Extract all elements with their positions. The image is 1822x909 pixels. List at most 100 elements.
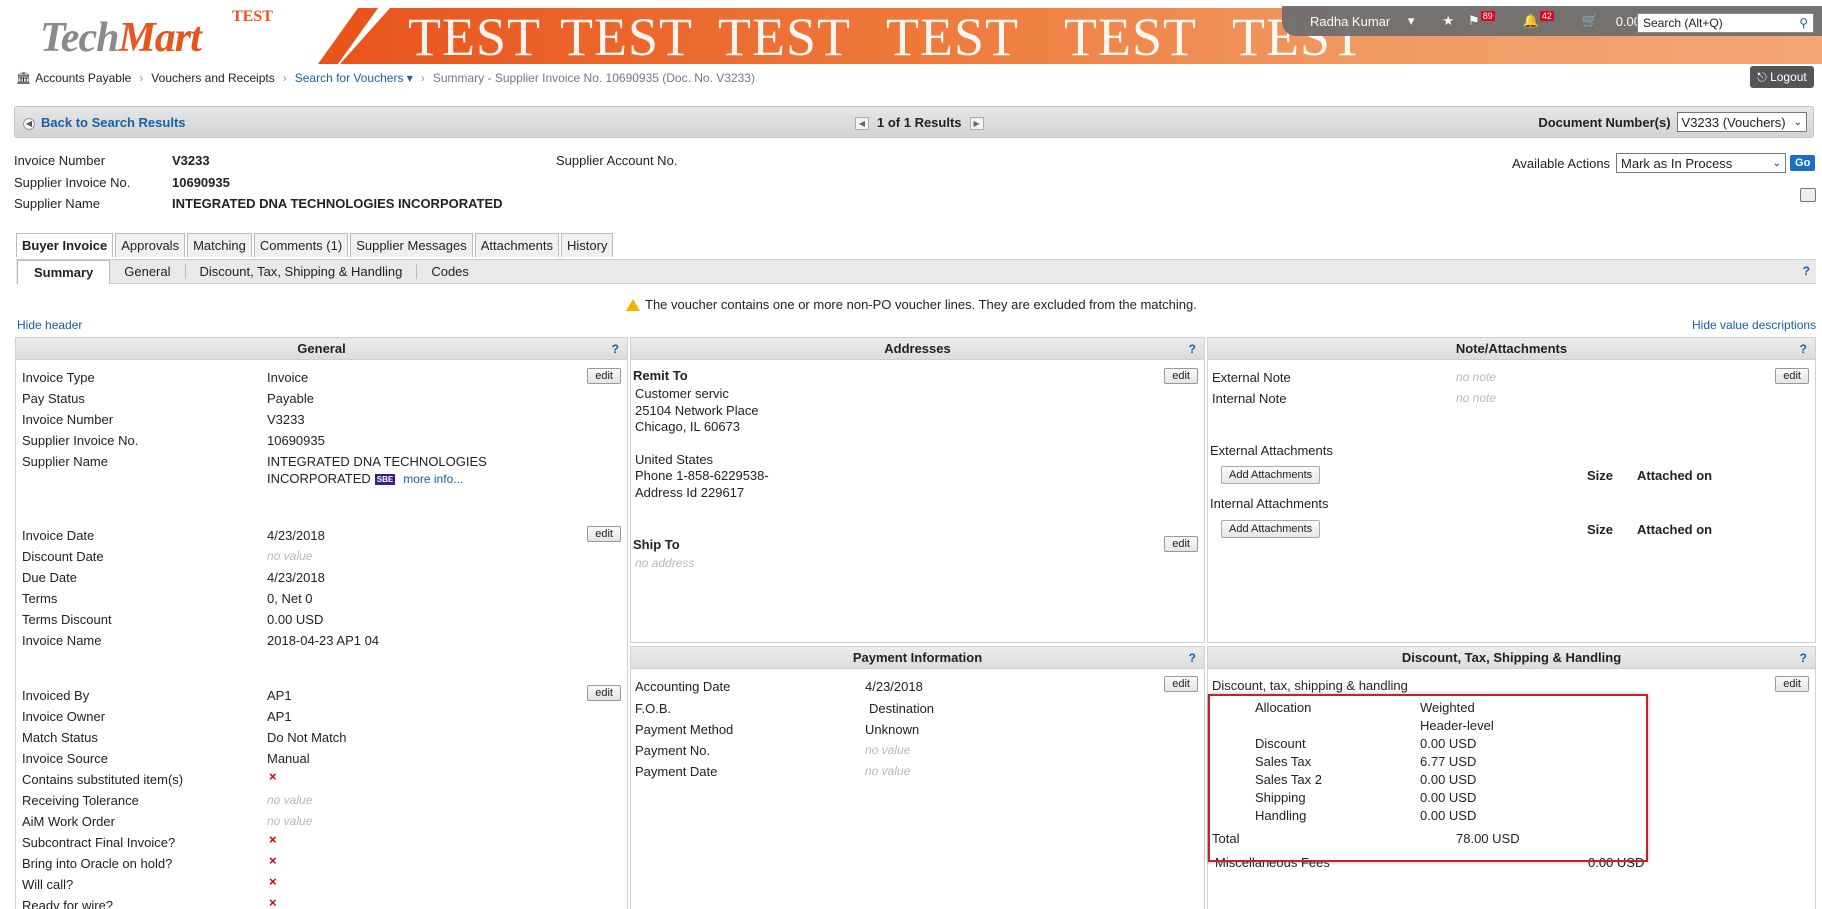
breadcrumb-accounts-payable[interactable]: Accounts Payable (35, 71, 131, 85)
header-supplier-invoice-label: Supplier Invoice No. (14, 175, 131, 190)
fob-value: Destination (869, 701, 935, 716)
warning-icon (626, 298, 640, 311)
tab-attachments[interactable]: Attachments (474, 233, 560, 257)
logout-button[interactable]: ⎋ Logout (1750, 66, 1814, 88)
search-icon[interactable]: ⚲ (1799, 16, 1808, 30)
remit-address-line: 25104 Network Place (635, 403, 759, 418)
tab-supplier-messages[interactable]: Supplier Messages (350, 233, 473, 257)
header-invoice-number-label: Invoice Number (14, 153, 106, 168)
internal-attachments-label: Internal Attachments (1210, 496, 1329, 511)
subtab-summary[interactable]: Summary (17, 259, 111, 284)
terms-label: Terms (22, 591, 58, 606)
size-column-header: Size (1587, 468, 1614, 483)
edit-button[interactable]: edit (1164, 368, 1198, 384)
panel-title: Payment Information (852, 650, 983, 665)
edit-button[interactable]: edit (1164, 676, 1198, 692)
external-attachments-label: External Attachments (1210, 443, 1333, 458)
tab-comments[interactable]: Comments (1) (253, 233, 349, 257)
print-icon[interactable] (1800, 188, 1816, 202)
back-to-results-link[interactable]: ◀ Back to Search Results (23, 115, 186, 130)
next-result-button[interactable]: ▶ (969, 117, 984, 131)
techmart-logo[interactable]: TechMart (40, 14, 202, 62)
hide-value-descriptions-link[interactable]: Hide value descriptions (1692, 318, 1816, 332)
invoice-name-value: 2018-04-23 AP1 04 (267, 633, 380, 648)
invoice-date-label: Invoice Date (22, 528, 95, 543)
supplier-name-label: Supplier Name (22, 454, 108, 469)
edit-button[interactable]: edit (1164, 536, 1198, 552)
substituted-items-label: Contains substituted item(s) (22, 772, 184, 787)
invoiced-by-value: AP1 (267, 688, 292, 703)
edit-button[interactable]: edit (587, 526, 621, 542)
user-menu[interactable]: Radha Kumar ▾ (1310, 13, 1428, 29)
general-panel-title: General? (16, 338, 627, 360)
remit-address-line: Customer servic (635, 386, 729, 401)
remit-address-line: Address Id 229617 (635, 485, 745, 500)
flag-count-badge: 89 (1480, 11, 1495, 21)
edit-button[interactable]: edit (1775, 676, 1809, 692)
add-internal-attachment-button[interactable]: Add Attachments (1221, 520, 1321, 538)
invoice-source-label: Invoice Source (22, 751, 108, 766)
breadcrumb-search-vouchers[interactable]: Search for Vouchers (295, 71, 404, 85)
banner-test-word: TEST (408, 7, 541, 64)
invoice-type-value: Invoice (267, 370, 309, 385)
caret-down-icon[interactable]: ▾ (403, 71, 413, 85)
due-date-label: Due Date (22, 570, 77, 585)
bell-icon[interactable]: 🔔 42 (1523, 11, 1568, 29)
ship-to-value: no address (635, 556, 695, 570)
size-column-header: Size (1587, 522, 1614, 537)
invoice-number-label: Invoice Number (22, 412, 114, 427)
remit-address-line: United States (635, 452, 714, 467)
panel-title: General (297, 341, 346, 356)
subtab-general[interactable]: General (110, 264, 186, 279)
internal-note-value: no note (1456, 391, 1497, 405)
attached-on-column-header: Attached on (1637, 522, 1713, 537)
help-icon[interactable]: ? (1800, 338, 1807, 360)
payment-no-value: no value (865, 743, 911, 757)
logout-icon: ⎋ (1757, 69, 1771, 84)
available-actions-select[interactable]: Mark as In Process ⌄ (1616, 153, 1787, 173)
invoice-date-value: 4/23/2018 (267, 528, 325, 543)
breadcrumb-vouchers-receipts[interactable]: Vouchers and Receipts (151, 71, 274, 85)
breadcrumb: 🏛 Accounts Payable › Vouchers and Receip… (0, 68, 1822, 88)
attached-on-column-header: Attached on (1637, 468, 1713, 483)
help-icon[interactable]: ? (1189, 338, 1196, 360)
invoice-name-label: Invoice Name (22, 633, 102, 648)
document-number-select[interactable]: V3233 (Vouchers) ⌄ (1676, 112, 1807, 132)
help-icon[interactable]: ? (1803, 264, 1810, 278)
help-icon[interactable]: ? (612, 338, 619, 360)
supplier-invoice-value: 10690935 (267, 433, 325, 448)
tab-approvals[interactable]: Approvals (115, 233, 186, 257)
header-supplier-name: INTEGRATED DNA TECHNOLOGIES INCORPORATED (172, 196, 503, 211)
help-icon[interactable]: ? (1800, 647, 1807, 669)
global-search-input[interactable]: Search (Alt+Q) ⚲ (1637, 13, 1814, 33)
x-mark-icon: × (269, 853, 277, 868)
bank-icon: 🏛 (16, 71, 32, 85)
go-button[interactable]: Go (1790, 155, 1816, 171)
x-mark-icon: × (269, 769, 277, 784)
star-icon[interactable]: ★ (1442, 13, 1454, 29)
subtab-codes[interactable]: Codes (417, 264, 483, 279)
tab-buyer-invoice[interactable]: Buyer Invoice (16, 233, 114, 257)
header-supplier-invoice: 10690935 (172, 175, 230, 190)
help-icon[interactable]: ? (1189, 647, 1196, 669)
available-actions-label: Available Actions (1512, 155, 1611, 171)
results-navbar: ◀ Back to Search Results ◀ 1 of 1 Results ▶… (14, 106, 1814, 138)
edit-button[interactable]: edit (1775, 368, 1809, 384)
internal-note-label: Internal Note (1212, 391, 1287, 406)
accounting-date-value: 4/23/2018 (865, 679, 923, 694)
prev-result-button[interactable]: ◀ (855, 117, 869, 131)
x-mark-icon: × (269, 895, 277, 909)
add-external-attachment-button[interactable]: Add Attachments (1221, 466, 1321, 484)
edit-button[interactable]: edit (587, 368, 621, 384)
panel-title: Addresses (884, 341, 951, 356)
general-panel: General? edit Invoice Type Invoice Pay S… (15, 337, 628, 909)
hide-header-link[interactable]: Hide header (17, 318, 82, 332)
tab-history[interactable]: History (561, 233, 614, 257)
flag-icon[interactable]: ⚑ 89 (1468, 11, 1509, 29)
invoice-owner-label: Invoice Owner (22, 709, 106, 724)
tab-matching[interactable]: Matching (187, 233, 252, 257)
edit-button[interactable]: edit (587, 685, 621, 701)
subtab-discount-tax[interactable]: Discount, Tax, Shipping & Handling (186, 264, 418, 279)
available-action-value: Mark as In Process (1621, 155, 1733, 171)
more-info-link[interactable]: more info... (403, 472, 463, 486)
